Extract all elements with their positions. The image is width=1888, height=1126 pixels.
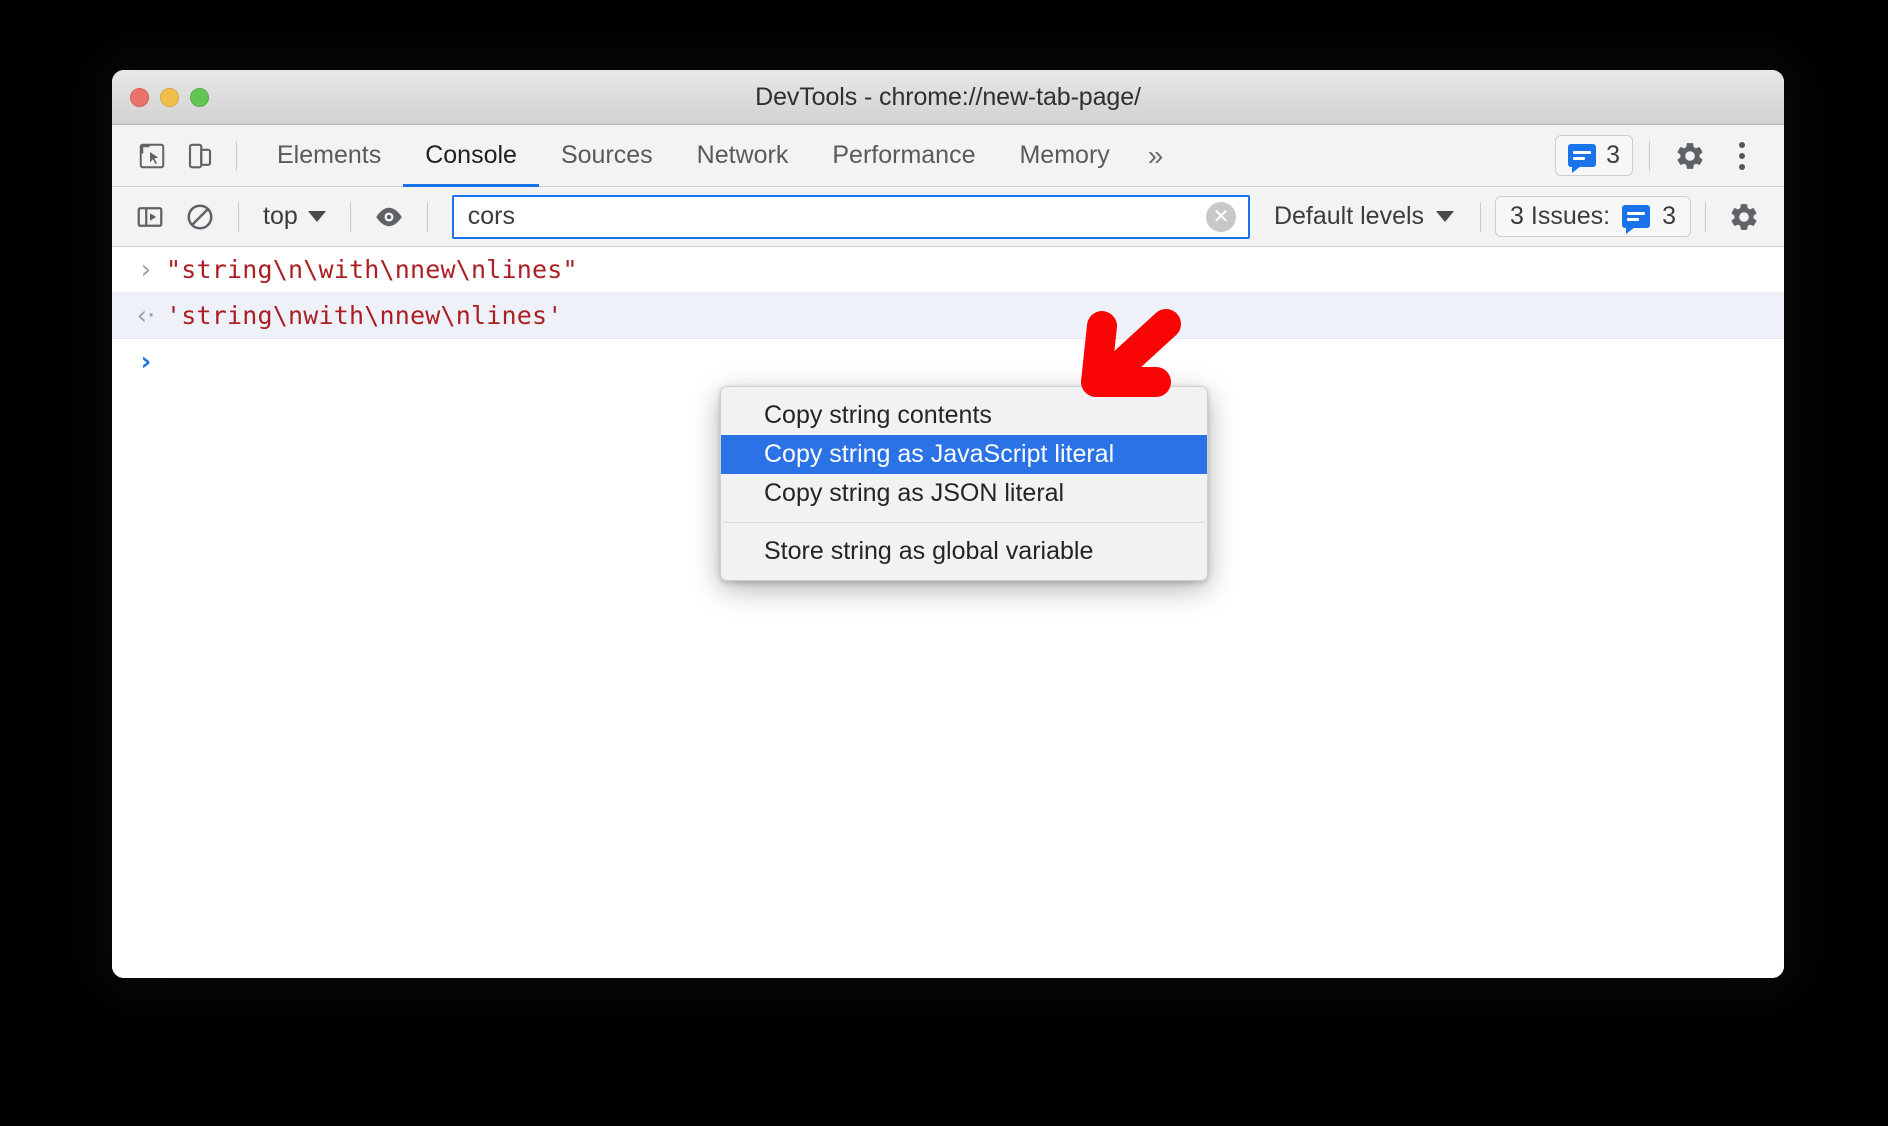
tab-console[interactable]: Console: [403, 125, 539, 187]
window-title: DevTools - chrome://new-tab-page/: [755, 82, 1141, 111]
tab-label: Performance: [832, 141, 976, 169]
console-filter-input[interactable]: cors ✕: [451, 194, 1250, 239]
panel-tabs: Elements Console Sources Network Perform…: [255, 125, 1179, 187]
gear-icon[interactable]: [1720, 193, 1768, 241]
tab-label: Sources: [560, 141, 653, 169]
console-sidebar-icon[interactable]: [126, 193, 174, 241]
toolbar-divider: [1705, 201, 1706, 232]
tab-memory[interactable]: Memory: [997, 125, 1131, 187]
close-button[interactable]: [130, 88, 149, 107]
device-toolbar-icon[interactable]: [176, 132, 224, 180]
menu-item-copy-as-javascript-literal[interactable]: Copy string as JavaScript literal: [721, 435, 1207, 474]
filter-input-value: cors: [467, 202, 515, 230]
message-icon: [1568, 144, 1597, 173]
screenshot-stage: DevTools - chrome://new-tab-page/ Elemen…: [0, 0, 1888, 1126]
toolbar-divider: [236, 140, 237, 171]
execution-context-selector[interactable]: top: [253, 202, 336, 231]
console-filter-toolbar: top cors ✕ Default levels 3 Issues: 3: [112, 187, 1784, 247]
inspect-element-icon[interactable]: [128, 132, 176, 180]
message-icon: [1622, 205, 1651, 234]
tab-performance[interactable]: Performance: [810, 125, 997, 187]
menu-item-label: Copy string as JavaScript literal: [764, 440, 1115, 468]
tab-label: Network: [696, 141, 789, 169]
toolbar-right-group: 3: [1555, 132, 1766, 180]
console-prompt-row[interactable]: ›: [112, 339, 1784, 385]
clear-console-icon[interactable]: [176, 193, 224, 241]
log-levels-selector[interactable]: Default levels: [1262, 202, 1466, 231]
clear-input-icon[interactable]: ✕: [1205, 201, 1236, 232]
toolbar-divider: [349, 201, 351, 232]
issues-summary-button[interactable]: 3 Issues: 3: [1495, 196, 1691, 237]
devtools-main-toolbar: Elements Console Sources Network Perform…: [112, 125, 1784, 187]
annotation-arrow-icon: [1068, 296, 1188, 416]
execution-context-label: top: [263, 202, 298, 230]
toolbar-divider: [1649, 140, 1650, 171]
devtools-window: DevTools - chrome://new-tab-page/ Elemen…: [112, 70, 1784, 978]
chevron-down-icon: [307, 211, 326, 222]
tab-network[interactable]: Network: [675, 125, 811, 187]
window-titlebar: DevTools - chrome://new-tab-page/: [112, 70, 1784, 125]
gear-icon[interactable]: [1666, 132, 1714, 180]
maximize-button[interactable]: [190, 88, 209, 107]
menu-item-copy-as-json-literal[interactable]: Copy string as JSON literal: [721, 474, 1207, 513]
window-controls: [130, 70, 209, 125]
console-row-input[interactable]: › "string\n\with\nnew\nlines": [112, 247, 1784, 293]
console-row-result[interactable]: ‹· 'string\nwith\nnew\nlines': [112, 293, 1784, 339]
tab-label: Memory: [1019, 141, 1110, 169]
chevron-down-icon: [1436, 211, 1455, 222]
toolbar-divider: [426, 201, 428, 232]
issues-summary-count: 3: [1662, 202, 1676, 230]
tab-label: Console: [425, 141, 517, 169]
prompt-chevron-icon: ›: [140, 347, 152, 377]
menu-divider: [723, 522, 1205, 523]
console-result-text: 'string\nwith\nnew\nlines': [166, 301, 563, 330]
toolbar-divider: [238, 201, 239, 232]
live-expression-icon[interactable]: [365, 193, 413, 241]
issues-summary-label: 3 Issues:: [1510, 202, 1611, 230]
console-message-text: "string\n\with\nnew\nlines": [166, 255, 578, 284]
result-marker-icon: ‹·: [136, 300, 156, 331]
log-levels-label: Default levels: [1273, 202, 1425, 230]
menu-item-label: Copy string as JSON literal: [764, 479, 1065, 507]
input-marker-icon: ›: [140, 254, 152, 285]
menu-item-label: Copy string contents: [764, 401, 992, 429]
tab-sources[interactable]: Sources: [539, 125, 675, 187]
menu-item-label: Store string as global variable: [764, 537, 1094, 565]
issues-badge-button[interactable]: 3: [1555, 135, 1633, 176]
kebab-menu-icon[interactable]: [1718, 132, 1766, 180]
menu-item-store-as-global-variable[interactable]: Store string as global variable: [721, 532, 1207, 571]
tab-elements[interactable]: Elements: [255, 125, 403, 187]
issues-badge-count: 3: [1606, 141, 1620, 169]
more-tabs-icon[interactable]: »: [1132, 141, 1180, 170]
minimize-button[interactable]: [160, 88, 179, 107]
console-messages-area[interactable]: › "string\n\with\nnew\nlines" ‹· 'string…: [112, 247, 1784, 978]
toolbar-divider: [1480, 201, 1482, 232]
tab-label: Elements: [277, 141, 382, 169]
